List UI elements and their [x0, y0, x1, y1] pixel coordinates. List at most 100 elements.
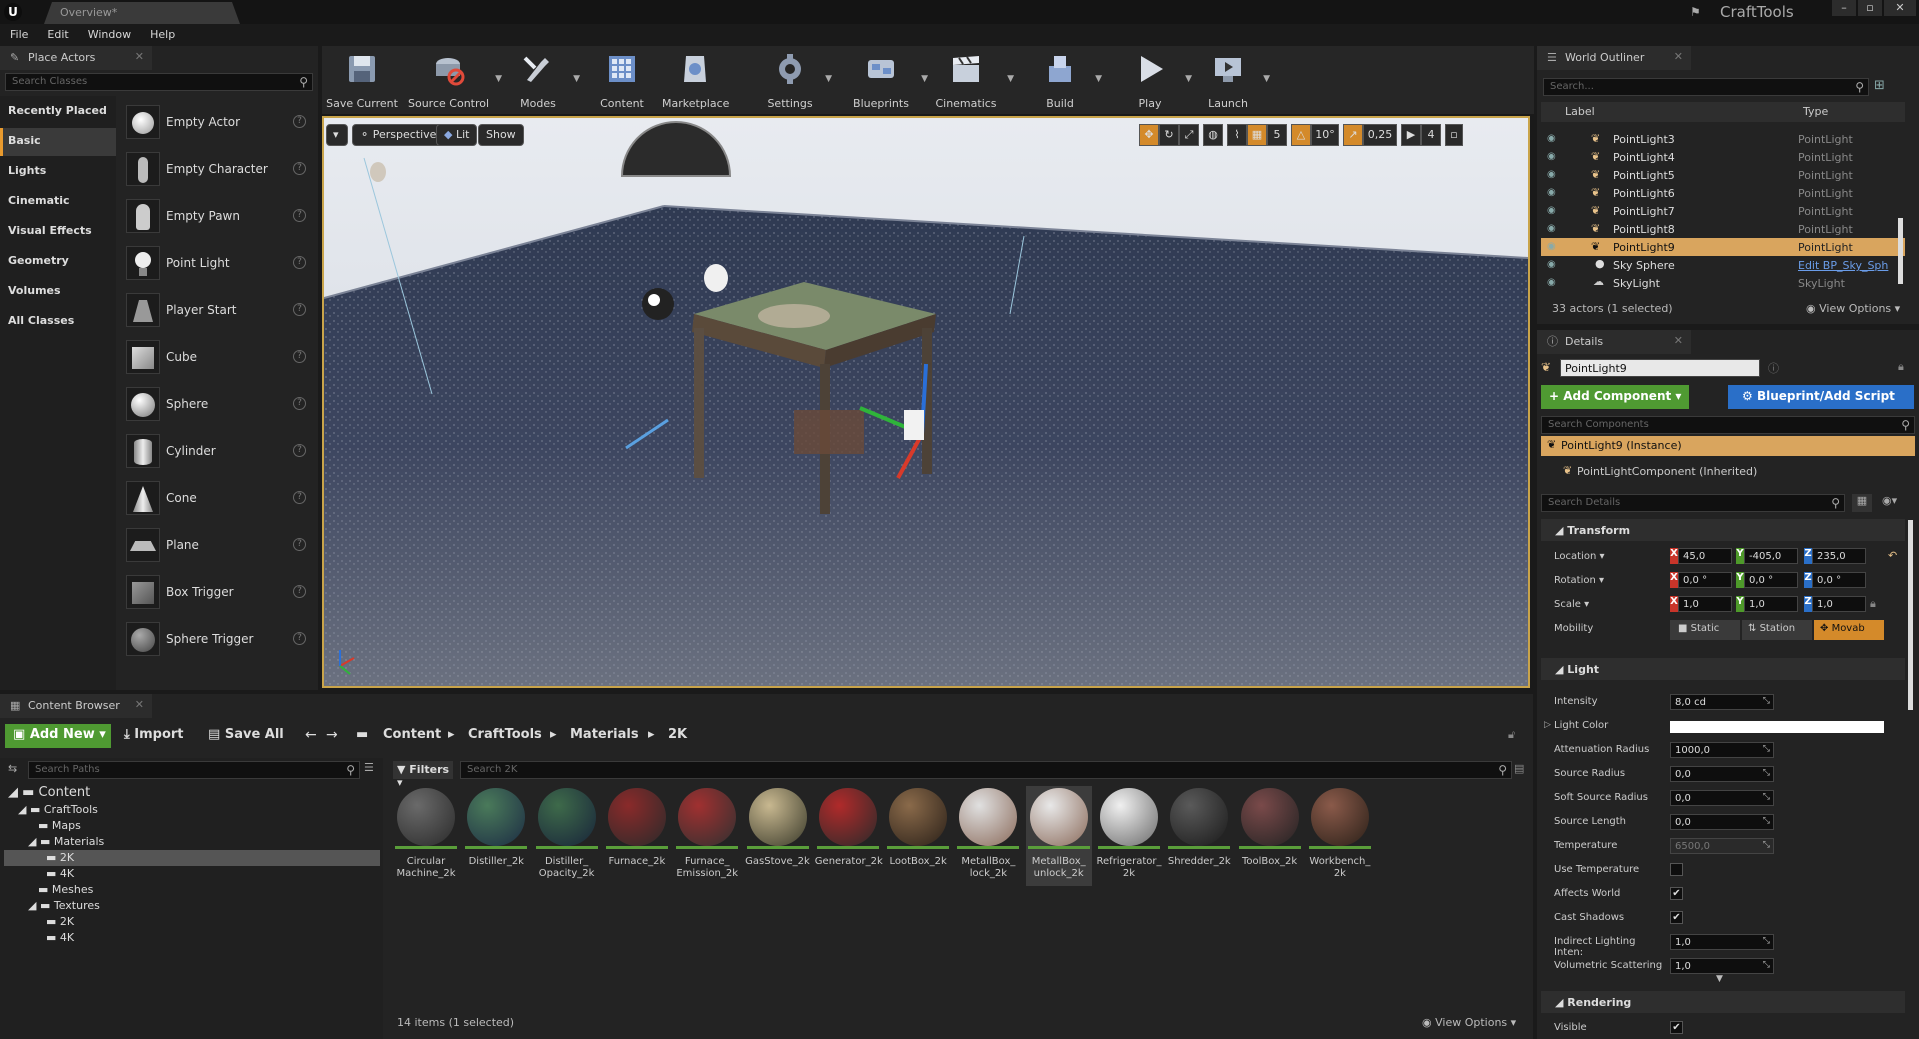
scale-snap-icon[interactable]: ↗	[1343, 124, 1363, 146]
category-volumes[interactable]: Volumes	[0, 278, 116, 306]
source-control-icon[interactable]: ⚑	[1690, 5, 1701, 19]
maximize-button[interactable]: ▫	[1858, 0, 1882, 16]
actor-item-empty-character[interactable]: Empty Character?	[122, 148, 314, 192]
actor-item-plane[interactable]: Plane?	[122, 524, 314, 568]
actor-name-field[interactable]: PointLight9	[1560, 359, 1760, 377]
expand-arrow-icon[interactable]: ▼	[1716, 974, 1723, 984]
light-section[interactable]: ◢ Light	[1541, 658, 1905, 680]
lit-button[interactable]: ◆ Lit	[436, 124, 478, 146]
breadcrumb-crafttools[interactable]: CraftTools	[468, 727, 542, 742]
forward-arrow-icon[interactable]: →	[326, 727, 338, 743]
grid-snap-icon[interactable]: ▦	[1247, 124, 1267, 146]
chevron-down-icon[interactable]: ▼	[495, 74, 502, 84]
drag-handle-icon[interactable]: ⤡	[1763, 840, 1770, 850]
asset-tile[interactable]: Distiller_ Opacity_2k	[534, 786, 600, 886]
translate-mode-icon[interactable]: ✥	[1139, 124, 1159, 146]
outliner-row[interactable]: ◉ ❦ PointLight5 PointLight	[1541, 166, 1905, 184]
help-icon[interactable]: ?	[293, 444, 306, 457]
actor-item-sphere[interactable]: Sphere?	[122, 383, 314, 427]
cinematics-button[interactable]: Cinematics ▼	[932, 46, 1014, 114]
asset-tile[interactable]: Shredder_2k	[1166, 786, 1232, 886]
rotation-z-field[interactable]: 0,0 °	[1812, 572, 1866, 588]
drag-handle-icon[interactable]: ⤡	[1763, 792, 1770, 802]
light-prop-checkbox[interactable]: ✔	[1670, 911, 1683, 924]
asset-tile[interactable]: Circular Machine_2k	[393, 786, 459, 886]
category-lights[interactable]: Lights	[0, 158, 116, 186]
help-icon[interactable]: ?	[293, 538, 306, 551]
drag-handle-icon[interactable]: ⤡	[1763, 768, 1770, 778]
actor-item-empty-pawn[interactable]: Empty Pawn?	[122, 195, 314, 239]
chevron-down-icon[interactable]: ▼	[1263, 74, 1270, 84]
mobility-stationary-button[interactable]: ⇅ Station	[1742, 620, 1812, 640]
outliner-search-input[interactable]: Search... ⚲	[1543, 78, 1869, 96]
eye-icon[interactable]: ◉	[1547, 169, 1556, 180]
camera-speed-icon[interactable]: ▶	[1401, 124, 1421, 146]
outliner-row[interactable]: ◉ ● Sky Sphere Edit BP_Sky_Sph	[1541, 256, 1905, 274]
filters-button[interactable]: ▼ Filters ▾	[393, 761, 453, 789]
camera-speed-value[interactable]: 4	[1421, 124, 1441, 146]
add-folder-icon[interactable]: ⊞	[1874, 78, 1885, 93]
rotation-x-field[interactable]: 0,0 °	[1678, 572, 1732, 588]
menu-file[interactable]: File	[0, 24, 37, 41]
outliner-row[interactable]: ◉ ❦ PointLight8 PointLight	[1541, 220, 1905, 238]
category-recently-placed[interactable]: Recently Placed	[0, 98, 116, 126]
rotation-snap-icon[interactable]: △	[1291, 124, 1311, 146]
category-all-classes[interactable]: All Classes	[0, 308, 116, 336]
eye-icon[interactable]: ◉	[1547, 205, 1556, 216]
menu-window[interactable]: Window	[78, 24, 140, 41]
document-tab[interactable]: Overview*	[44, 2, 240, 24]
light-prop-field[interactable]: 1000,0 ⤡	[1670, 742, 1774, 758]
tree-item-materials[interactable]: ◢ ▬ Materials	[28, 835, 104, 848]
surface-snap-icon[interactable]: ⌇	[1227, 124, 1247, 146]
tree-item-textures[interactable]: ◢ ▬ Textures	[28, 899, 100, 912]
help-icon[interactable]: ?	[293, 256, 306, 269]
outliner-row[interactable]: ◉ ❦ PointLight7 PointLight	[1541, 202, 1905, 220]
help-icon[interactable]: ?	[293, 350, 306, 363]
location-z-field[interactable]: 235,0	[1812, 548, 1866, 564]
tree-item-content[interactable]: ◢ ▬ Content	[8, 785, 90, 800]
label-column-header[interactable]: Label	[1565, 105, 1595, 118]
outliner-row[interactable]: ◉ ❦ PointLight3 PointLight	[1541, 130, 1905, 148]
light-prop-field[interactable]: 1,0 ⤡	[1670, 934, 1774, 950]
minimize-button[interactable]: –	[1832, 0, 1856, 16]
breadcrumb-materials[interactable]: Materials	[570, 727, 639, 742]
location-x-field[interactable]: 45,0	[1678, 548, 1732, 564]
help-icon[interactable]: ?	[293, 303, 306, 316]
tree-item-maps[interactable]: ▬ Maps	[38, 819, 81, 832]
history-icon[interactable]: ▤	[1514, 762, 1524, 775]
help-icon[interactable]: ?	[293, 115, 306, 128]
breadcrumb-2k[interactable]: 2K	[668, 727, 687, 742]
rotation-snap-value[interactable]: 10°	[1311, 124, 1339, 146]
drag-handle-icon[interactable]: ⤡	[1763, 744, 1770, 754]
tree-item-2k-selected[interactable]: ▬ 2K	[46, 851, 74, 864]
play-button[interactable]: Play ▼	[1122, 46, 1192, 114]
light-prop-field[interactable]: 0,0 ⤡	[1670, 790, 1774, 806]
category-cinematic[interactable]: Cinematic	[0, 188, 116, 216]
eye-icon[interactable]: ◉	[1547, 133, 1556, 144]
save-current-button[interactable]: Save Current	[326, 46, 398, 114]
level-viewport[interactable]: ▾ ⚬ Perspective ◆ Lit Show ✥ ↻ ⤢ ◍ ⌇ ▦ 5…	[322, 116, 1530, 688]
tree-item-textures-4k[interactable]: ▬ 4K	[46, 931, 74, 944]
chevron-down-icon[interactable]: ▼	[825, 74, 832, 84]
asset-tile[interactable]: Generator_2k	[815, 786, 883, 886]
asset-tile-selected[interactable]: MetallBox_ unlock_2k	[1025, 786, 1092, 886]
help-icon[interactable]: ?	[293, 632, 306, 645]
asset-tile[interactable]: MetallBox_ lock_2k	[955, 786, 1021, 886]
blueprint-add-script-button[interactable]: ⚙ Blueprint/Add Script	[1728, 385, 1914, 409]
lock-icon[interactable]: 🔒︎	[1898, 360, 1904, 374]
reset-icon[interactable]: ↶	[1888, 549, 1897, 562]
scale-x-field[interactable]: 1,0	[1678, 596, 1732, 612]
help-icon[interactable]: ?	[293, 209, 306, 222]
light-prop-field[interactable]: 0,0 ⤡	[1670, 766, 1774, 782]
breadcrumb-content[interactable]: Content	[383, 727, 441, 742]
light-prop-checkbox[interactable]	[1670, 863, 1683, 876]
lock-icon[interactable]: 🔓︎	[1508, 728, 1515, 742]
asset-tile[interactable]: GasStove_2k	[745, 786, 811, 886]
build-button[interactable]: Build ▼	[1032, 46, 1102, 114]
world-outliner-tab[interactable]: ☰ World Outliner ✕	[1537, 46, 1691, 70]
eye-icon[interactable]: ◉	[1547, 259, 1556, 270]
help-icon[interactable]: ?	[293, 585, 306, 598]
search-components-input[interactable]: Search Components ⚲	[1541, 416, 1915, 434]
eye-icon[interactable]: ◉	[1547, 241, 1556, 252]
chevron-down-icon[interactable]: ▼	[921, 74, 928, 84]
